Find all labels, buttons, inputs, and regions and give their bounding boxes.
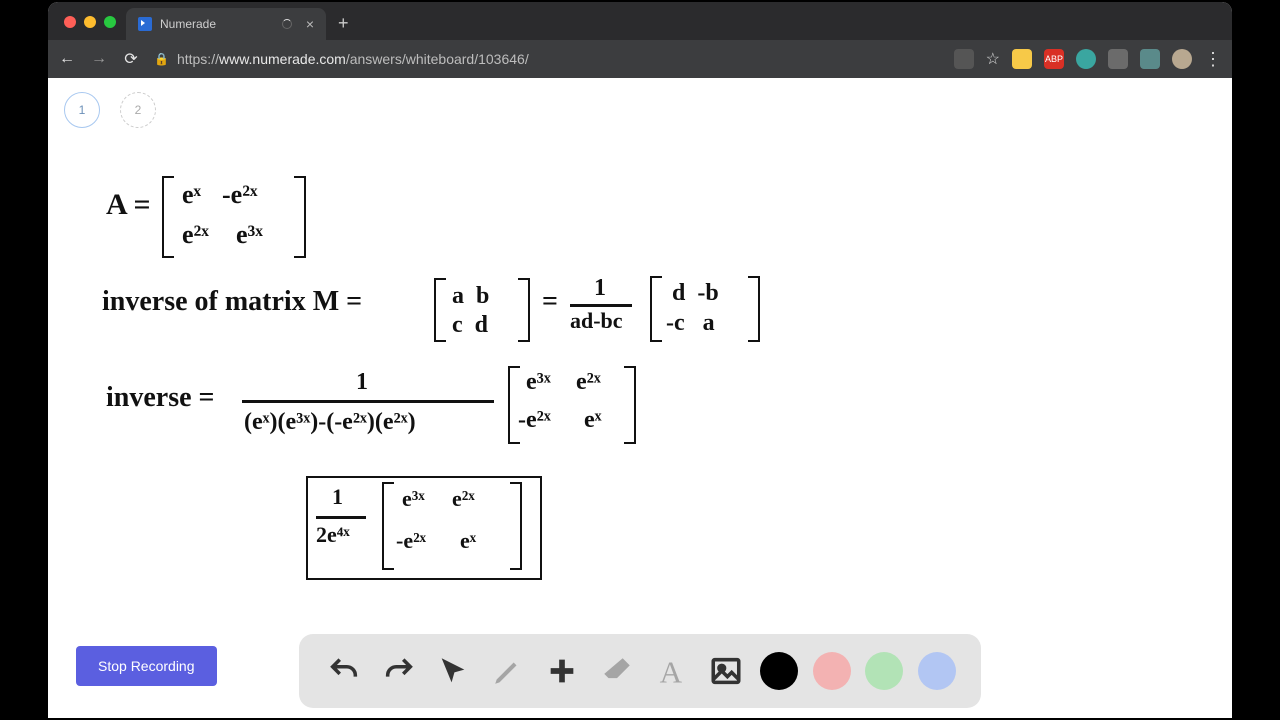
eq3-m21: -e²ˣ bbox=[518, 408, 551, 432]
color-blue[interactable] bbox=[918, 652, 956, 690]
new-tab-button[interactable]: + bbox=[326, 13, 361, 40]
browser-window: Numerade × + ← → ⟳ 🔒 https://www.numerad… bbox=[48, 2, 1232, 718]
svg-text:A: A bbox=[660, 654, 683, 688]
fraction-line bbox=[570, 304, 632, 307]
eq2-matrix: a b c d bbox=[452, 282, 489, 340]
eq3-frac-bot: (eˣ)(e³ˣ)-(-e²ˣ)(e²ˣ) bbox=[244, 410, 416, 434]
bookmark-star-icon[interactable]: ☆ bbox=[986, 49, 1000, 69]
url-path: /answers/whiteboard/103646/ bbox=[346, 51, 529, 67]
bracket-icon bbox=[294, 176, 306, 258]
whiteboard-toolbar: A bbox=[299, 634, 981, 708]
image-tool[interactable] bbox=[706, 651, 746, 691]
pointer-tool[interactable] bbox=[433, 651, 473, 691]
stop-recording-button[interactable]: Stop Recording bbox=[76, 646, 217, 686]
tab-close-icon[interactable]: × bbox=[306, 16, 314, 32]
tab-strip: Numerade × + bbox=[48, 2, 1232, 40]
eq3-m12: e²ˣ bbox=[576, 370, 601, 394]
eq1-m12: -e²ˣ bbox=[222, 182, 257, 208]
bracket-icon bbox=[434, 278, 446, 342]
text-tool[interactable]: A bbox=[651, 651, 691, 691]
eq3-m11: e³ˣ bbox=[526, 370, 551, 394]
color-pink[interactable] bbox=[813, 652, 851, 690]
eq1-lhs: A = bbox=[106, 190, 151, 220]
eq4-m12: e²ˣ bbox=[452, 488, 475, 510]
minimize-window-icon[interactable] bbox=[84, 16, 96, 28]
forward-button[interactable]: → bbox=[90, 50, 108, 68]
eq4-m11: e³ˣ bbox=[402, 488, 425, 510]
eq1-m21: e²ˣ bbox=[182, 222, 209, 248]
eq1-m22: e³ˣ bbox=[236, 222, 263, 248]
close-window-icon[interactable] bbox=[64, 16, 76, 28]
extension-yellow-icon[interactable] bbox=[1012, 49, 1032, 69]
menu-icon[interactable]: ⋮ bbox=[1204, 49, 1222, 70]
maximize-window-icon[interactable] bbox=[104, 16, 116, 28]
eq2-frac-top: 1 bbox=[594, 276, 606, 300]
eq2-frac-bot: ad-bc bbox=[570, 310, 623, 332]
undo-button[interactable] bbox=[324, 651, 364, 691]
add-tool[interactable] bbox=[542, 651, 582, 691]
window-controls bbox=[58, 16, 126, 40]
browser-tab[interactable]: Numerade × bbox=[126, 8, 326, 40]
camera-icon[interactable] bbox=[954, 49, 974, 69]
eq3-frac-top: 1 bbox=[356, 370, 368, 394]
bracket-icon bbox=[510, 482, 522, 570]
page-content: 1 2 A = eˣ -e²ˣ e²ˣ e³ˣ inverse of matri… bbox=[48, 78, 1232, 718]
eraser-tool[interactable] bbox=[597, 651, 637, 691]
eq2-result-matrix: d -b -c a bbox=[666, 278, 719, 338]
profile-avatar-icon[interactable] bbox=[1172, 49, 1192, 69]
bracket-icon bbox=[382, 482, 394, 570]
bracket-icon bbox=[518, 278, 530, 342]
url-scheme: https:// bbox=[177, 51, 219, 67]
adblock-icon[interactable]: ABP bbox=[1044, 49, 1064, 69]
reload-button[interactable]: ⟳ bbox=[122, 49, 140, 69]
fraction-line bbox=[316, 516, 366, 519]
eq4-m21: -e²ˣ bbox=[396, 530, 426, 552]
eq4-frac-top: 1 bbox=[332, 486, 343, 508]
eq4-frac-bot: 2e⁴ˣ bbox=[316, 524, 350, 546]
extension-teal-icon[interactable] bbox=[1076, 49, 1096, 69]
fraction-line bbox=[242, 400, 494, 403]
address-bar: ← → ⟳ 🔒 https://www.numerade.com/answers… bbox=[48, 40, 1232, 78]
pen-tool[interactable] bbox=[488, 651, 528, 691]
bracket-icon bbox=[748, 276, 760, 342]
url-field[interactable]: 🔒 https://www.numerade.com/answers/white… bbox=[154, 51, 940, 67]
bracket-icon bbox=[624, 366, 636, 444]
eq1-m11: eˣ bbox=[182, 182, 201, 208]
eq2-eq: = bbox=[542, 288, 558, 316]
redo-button[interactable] bbox=[379, 651, 419, 691]
whiteboard-canvas[interactable]: A = eˣ -e²ˣ e²ˣ e³ˣ inverse of matrix M … bbox=[48, 78, 1232, 718]
back-button[interactable]: ← bbox=[58, 50, 76, 68]
color-green[interactable] bbox=[865, 652, 903, 690]
eq4-m22: eˣ bbox=[460, 530, 476, 552]
bracket-icon bbox=[650, 276, 662, 342]
bracket-icon bbox=[162, 176, 174, 258]
lock-icon: 🔒 bbox=[154, 52, 169, 66]
eq3-m22: eˣ bbox=[584, 408, 602, 432]
favicon-icon bbox=[138, 17, 152, 31]
eq2-text: inverse of matrix M = bbox=[102, 288, 362, 316]
extension-screen-icon[interactable] bbox=[1140, 49, 1160, 69]
loading-spinner-icon bbox=[282, 19, 292, 29]
eq3-lhs: inverse = bbox=[106, 384, 215, 412]
color-black[interactable] bbox=[760, 652, 798, 690]
extension-gray-icon[interactable] bbox=[1108, 49, 1128, 69]
tab-title: Numerade bbox=[160, 17, 216, 31]
extension-icons: ☆ ABP ⋮ bbox=[954, 49, 1222, 70]
url-host: www.numerade.com bbox=[219, 51, 346, 67]
